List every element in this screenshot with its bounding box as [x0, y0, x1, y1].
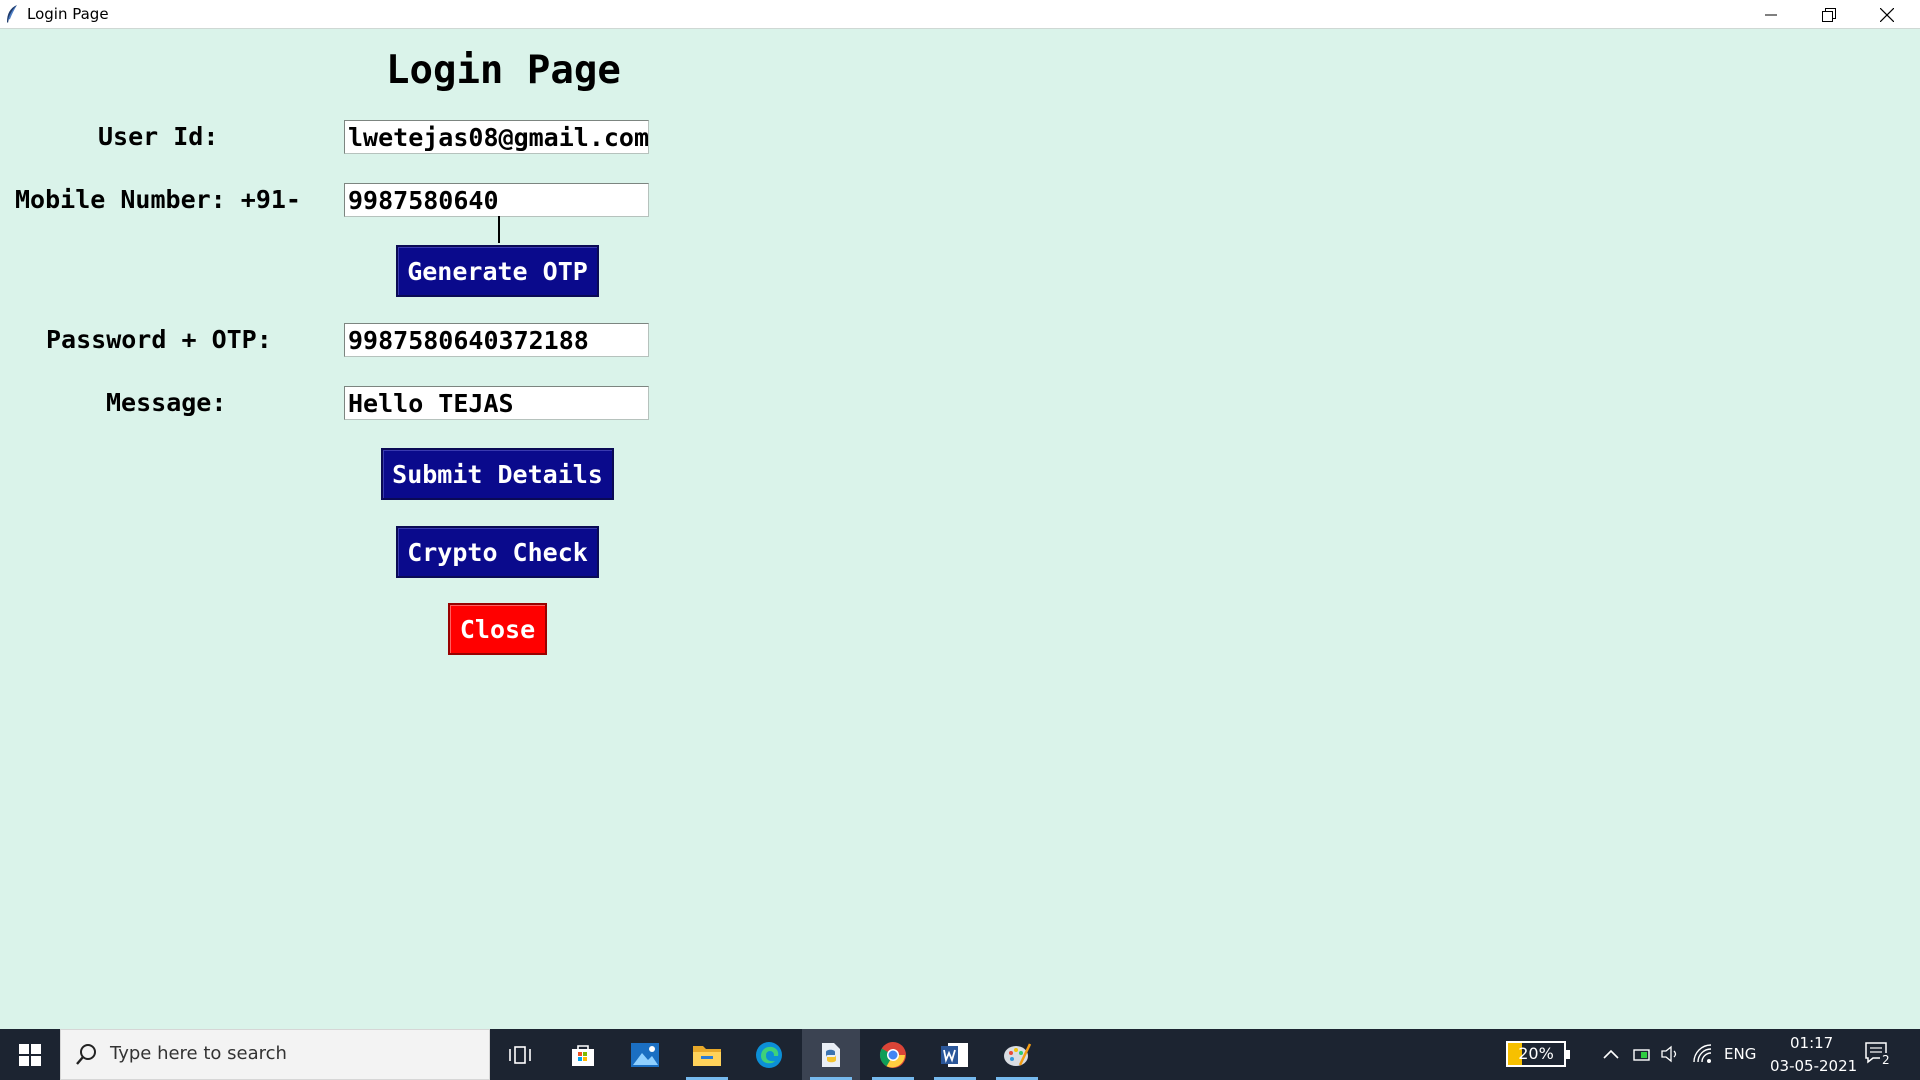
message-field[interactable] — [344, 386, 649, 420]
clock-time[interactable]: 01:17 — [1790, 1034, 1833, 1052]
power-icon[interactable] — [1632, 1044, 1652, 1064]
title-bar: Login Page — [0, 0, 1920, 29]
store-button[interactable] — [554, 1029, 612, 1080]
photos-icon — [631, 1042, 659, 1067]
password-otp-label: Password + OTP: — [46, 325, 272, 354]
close-icon — [1880, 7, 1894, 22]
wifi-icon[interactable] — [1692, 1043, 1714, 1065]
battery-percent: 20% — [1518, 1044, 1554, 1063]
text-cursor — [498, 216, 500, 243]
mobile-number-label: Mobile Number: +91- — [15, 185, 301, 214]
search-placeholder: Type here to search — [110, 1043, 287, 1064]
file-explorer-button[interactable] — [678, 1029, 736, 1080]
task-view-button[interactable] — [491, 1029, 549, 1080]
paint-button[interactable] — [988, 1029, 1046, 1080]
minimize-button[interactable] — [1742, 0, 1800, 29]
paint-icon — [1004, 1042, 1032, 1066]
start-button[interactable] — [0, 1029, 60, 1080]
window-title: Login Page — [27, 5, 109, 23]
mobile-number-field[interactable] — [344, 183, 649, 217]
photos-button[interactable] — [616, 1029, 674, 1080]
restore-button[interactable] — [1800, 0, 1858, 29]
user-id-label: User Id: — [98, 122, 219, 151]
file-explorer-icon — [693, 1045, 721, 1066]
chevron-up-icon[interactable] — [1603, 1048, 1619, 1060]
language-indicator[interactable]: ENG — [1724, 1045, 1756, 1063]
windows-logo-icon — [19, 1043, 41, 1066]
minimize-icon — [1765, 14, 1777, 15]
python-idle-button[interactable] — [802, 1029, 860, 1080]
clock-date[interactable]: 03-05-2021 — [1770, 1057, 1857, 1075]
store-icon — [572, 1044, 594, 1066]
notification-count: 2 — [1880, 1053, 1892, 1067]
feather-icon — [7, 5, 17, 23]
volume-icon[interactable] — [1660, 1044, 1680, 1064]
chrome-button[interactable] — [864, 1029, 922, 1080]
edge-icon — [756, 1041, 782, 1068]
user-id-field[interactable] — [344, 120, 649, 154]
notification-center-button[interactable]: 2 — [1864, 1041, 1894, 1069]
window-close-button[interactable] — [1858, 0, 1916, 29]
chrome-icon — [879, 1041, 906, 1068]
submit-details-button[interactable]: Submit Details — [381, 448, 614, 500]
search-icon — [76, 1044, 96, 1065]
password-otp-field[interactable] — [344, 323, 649, 357]
battery-indicator[interactable]: 20% — [1506, 1041, 1570, 1067]
page-title: Login Page — [386, 48, 621, 93]
close-button[interactable]: Close — [448, 603, 547, 655]
python-idle-icon — [822, 1042, 840, 1067]
edge-button[interactable] — [740, 1029, 798, 1080]
restore-icon — [1822, 7, 1836, 22]
task-view-icon — [509, 1045, 531, 1064]
word-icon — [941, 1042, 968, 1067]
crypto-check-button[interactable]: Crypto Check — [396, 526, 599, 578]
taskbar: Type here to search 20% ENG 01:17 03-05-… — [0, 1029, 1920, 1080]
generate-otp-button[interactable]: Generate OTP — [396, 245, 599, 297]
taskbar-search-box[interactable]: Type here to search — [60, 1029, 490, 1080]
word-button[interactable] — [926, 1029, 984, 1080]
message-label: Message: — [106, 388, 227, 417]
login-form: Login Page User Id: Mobile Number: +91- … — [0, 29, 1920, 1029]
